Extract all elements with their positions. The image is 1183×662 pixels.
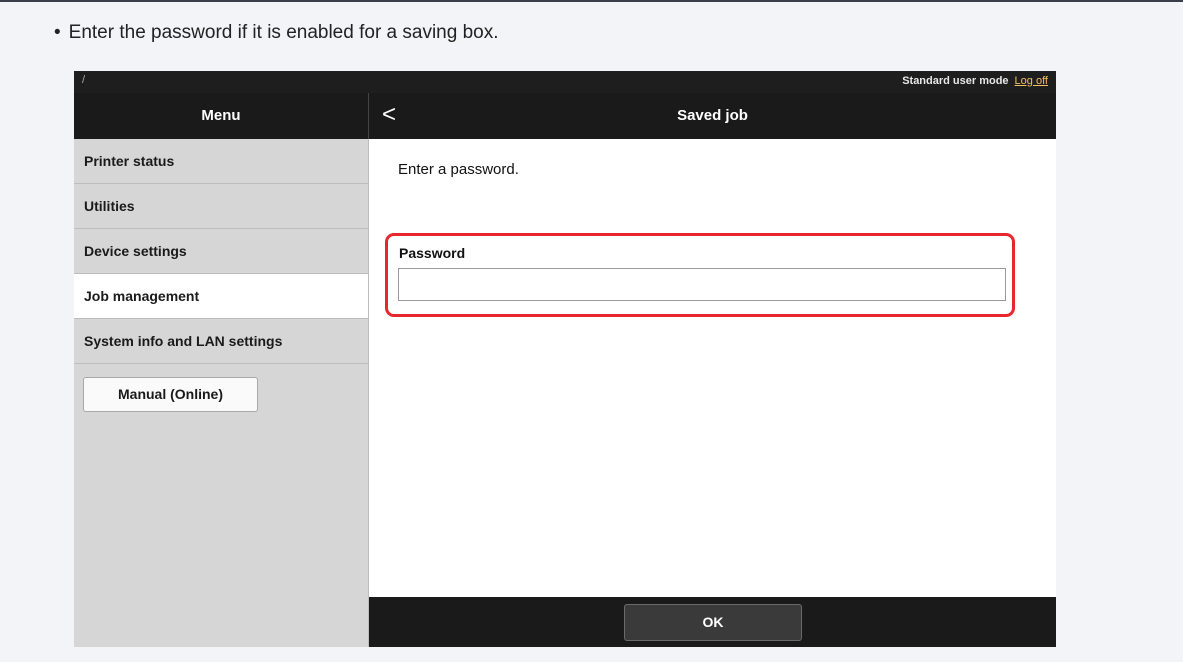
instruction-text: • Enter the password if it is enabled for…	[54, 22, 499, 44]
footer-bar: OK	[369, 597, 1056, 647]
sidebar-menu: Printer status Utilities Device settings…	[74, 139, 369, 647]
menu-title: Menu	[201, 107, 241, 124]
back-chevron-icon[interactable]: <	[382, 93, 396, 139]
password-input[interactable]	[398, 268, 1006, 301]
sidebar-item-printer-status[interactable]: Printer status	[74, 139, 368, 184]
instruction-label: Enter the password if it is enabled for …	[68, 22, 499, 43]
password-prompt: Enter a password.	[398, 161, 519, 178]
sidebar-item-system-info[interactable]: System info and LAN settings	[74, 319, 368, 364]
sidebar-item-device-settings[interactable]: Device settings	[74, 229, 368, 274]
sidebar-item-utilities[interactable]: Utilities	[74, 184, 368, 229]
ok-button[interactable]: OK	[624, 604, 802, 641]
printer-ui-screenshot: / Standard user mode Log off Menu Saved j…	[74, 71, 1056, 647]
bullet: •	[54, 22, 61, 43]
log-off-link[interactable]: Log off	[1015, 75, 1048, 87]
status-right: Standard user mode Log off	[902, 75, 1048, 87]
main-panel: Enter a password. Password	[369, 139, 1056, 597]
status-bar: / Standard user mode Log off	[74, 71, 1056, 93]
header-bar: Menu Saved job <	[74, 93, 1056, 139]
manual-online-button[interactable]: Manual (Online)	[83, 377, 258, 412]
status-tick: /	[82, 74, 86, 86]
top-divider	[0, 0, 1183, 2]
page-title: Saved job	[677, 107, 748, 124]
user-mode-label: Standard user mode	[902, 75, 1009, 87]
sidebar-item-job-management[interactable]: Job management	[74, 274, 368, 319]
password-label: Password	[399, 245, 466, 261]
